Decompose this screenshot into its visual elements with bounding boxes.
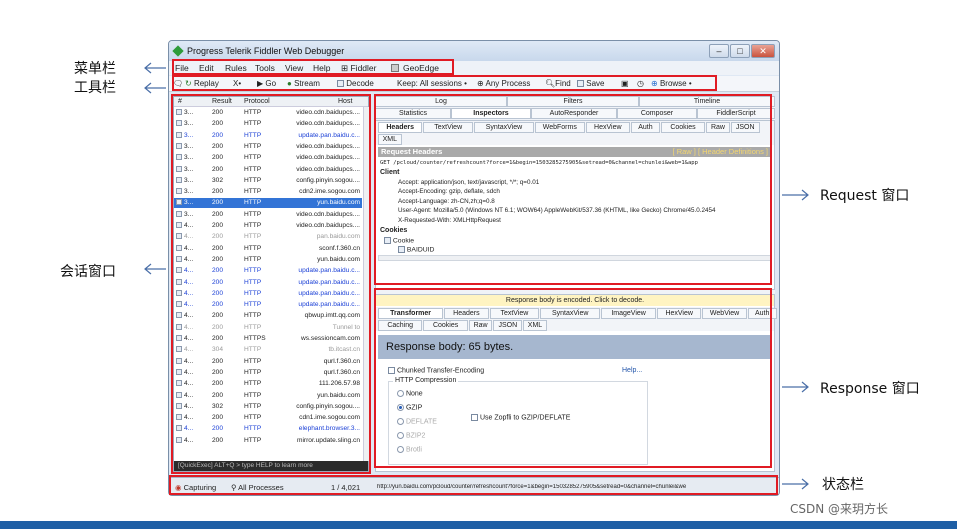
watermark: CSDN @来玥方长 xyxy=(790,502,889,516)
session-arrow xyxy=(144,263,166,275)
toolbar-arrow xyxy=(144,82,166,94)
menubar-arrow xyxy=(144,62,166,74)
response-arrow xyxy=(782,381,809,393)
annotation-arrows xyxy=(144,62,809,490)
statusbar-arrow xyxy=(782,478,809,490)
bottom-bar xyxy=(0,521,957,529)
request-arrow xyxy=(782,189,809,201)
